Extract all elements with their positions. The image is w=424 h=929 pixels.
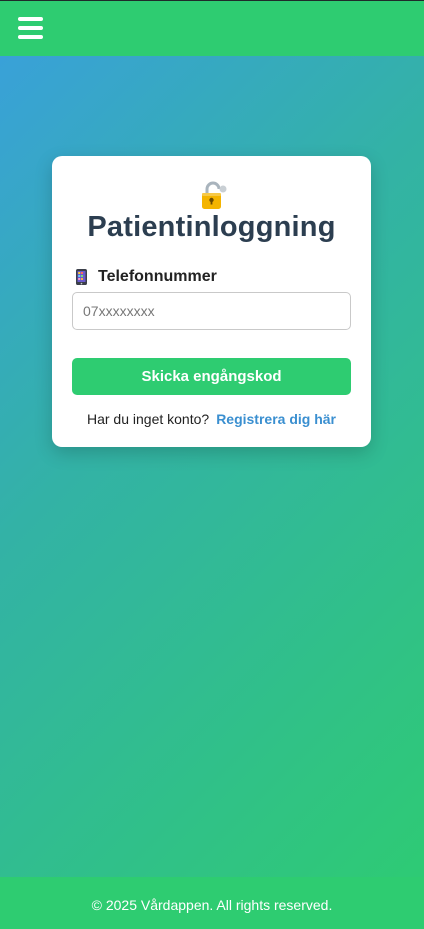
lock-icon [202, 181, 227, 209]
register-prompt: Har du inget konto? [86, 411, 210, 427]
phone-number-input[interactable] [72, 292, 351, 330]
top-navbar [0, 0, 424, 56]
send-one-time-code-button[interactable]: Skicka engångskod [72, 358, 351, 395]
register-link[interactable]: Registrera dig här [216, 411, 336, 427]
phone-label: Telefonnummer [98, 268, 217, 285]
phone-label-row: Telefonnummer [76, 267, 217, 287]
page-title: Patientinloggning [87, 211, 336, 243]
mobile-phone-icon [76, 269, 87, 285]
register-row: Har du inget konto? Registrera dig här [52, 411, 371, 427]
footer: © 2025 Vårdappen. All rights reserved. [0, 877, 424, 929]
hamburger-menu-icon[interactable] [18, 17, 43, 39]
footer-copyright: © 2025 Vårdappen. All rights reserved. [91, 897, 333, 913]
login-card: Patientinloggning Telefonnummer Skicka e… [52, 156, 371, 447]
